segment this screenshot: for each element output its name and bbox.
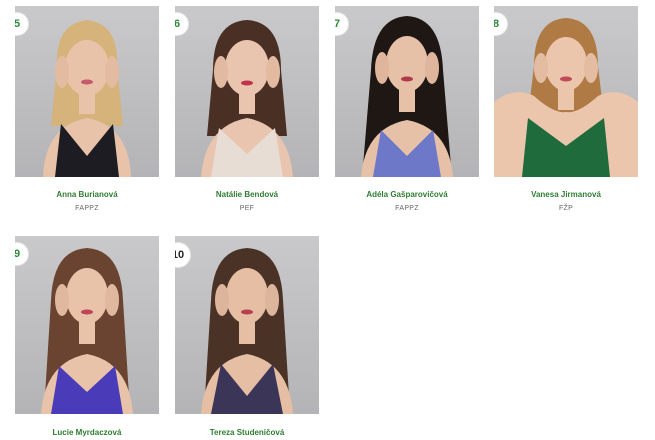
contestant-card[interactable]: 10 Tereza Studeničová [175, 236, 319, 437]
contestant-card[interactable]: 7 Adéla Gašparovičová FAPPZ [335, 6, 479, 212]
contestant-faculty: FAPPZ [75, 205, 99, 212]
contestant-photo[interactable]: 6 [175, 6, 319, 177]
portrait-image [494, 18, 638, 177]
contestant-photo[interactable]: 10 [175, 236, 319, 414]
portrait-image [43, 20, 131, 177]
contestant-faculty: PEF [239, 205, 255, 212]
contestant-name[interactable]: Natálie Bendová [175, 190, 319, 199]
contestant-name[interactable]: Vanesa Jirmanová [494, 190, 638, 199]
contestant-photo[interactable]: 8 [494, 6, 638, 177]
contestant-card[interactable]: 6 Natálie Bendová PEF [175, 6, 319, 212]
contestant-photo[interactable]: 7 [335, 6, 479, 177]
contestant-faculty: FAPPZ [395, 205, 419, 212]
portrait-image [201, 20, 293, 177]
portrait-image [361, 16, 453, 177]
portrait-image [41, 248, 133, 414]
portrait-image [201, 248, 293, 414]
contestant-card[interactable]: 5 Anna Burianová FAPPZ [15, 6, 159, 212]
contestants-grid: 5 Anna Burianová FAPPZ 6 Natálie Bendová… [0, 0, 655, 440]
contestant-name[interactable]: Adéla Gašparovičová [335, 190, 479, 199]
contestant-card[interactable]: 8 Vanesa Jirmanová FŽP [494, 6, 638, 212]
contestant-card[interactable]: 9 Lucie Myrdaczová [15, 236, 159, 437]
contestant-photo[interactable]: 9 [15, 236, 159, 414]
contestant-name[interactable]: Anna Burianová [15, 190, 159, 199]
contestant-name[interactable]: Lucie Myrdaczová [15, 428, 159, 437]
contestant-photo[interactable]: 5 [15, 6, 159, 177]
contestant-name[interactable]: Tereza Studeničová [175, 428, 319, 437]
contestant-faculty: FŽP [558, 205, 574, 212]
